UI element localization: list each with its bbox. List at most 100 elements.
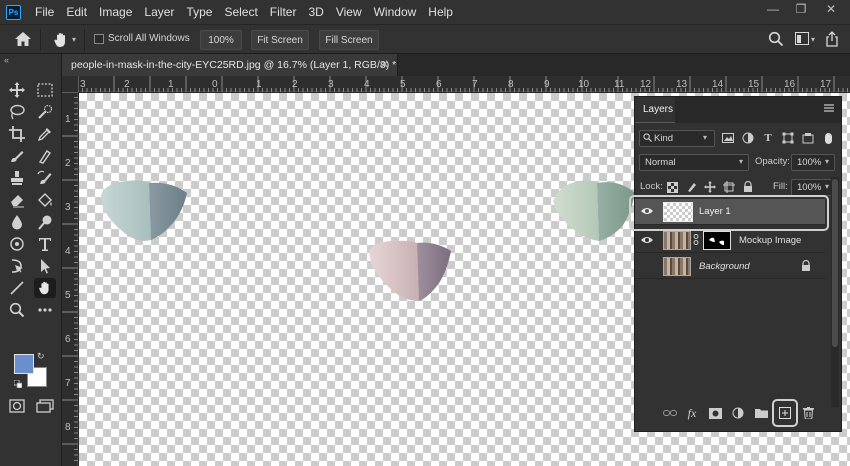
- panel-menu-icon[interactable]: [823, 103, 835, 116]
- workspace-icon[interactable]: [795, 32, 809, 48]
- ruler-label: 5: [65, 290, 71, 301]
- share-icon[interactable]: [825, 31, 839, 50]
- ruler-label: 3: [65, 202, 71, 213]
- lock-position-icon[interactable]: [703, 180, 717, 194]
- menu-bar: Ps File Edit Image Layer Type Select Fil…: [0, 0, 850, 24]
- eraser-tool-icon[interactable]: [6, 190, 28, 210]
- menu-layer[interactable]: Layer: [138, 0, 180, 24]
- layer-name[interactable]: Mockup Image: [739, 235, 801, 246]
- opacity-chevron-icon[interactable]: ▾: [825, 157, 829, 166]
- layer-thumbnail: [663, 231, 691, 250]
- new-adjustment-layer-icon[interactable]: [731, 406, 745, 420]
- scroll-all-windows-checkbox[interactable]: [94, 34, 104, 44]
- menu-image[interactable]: Image: [93, 0, 138, 24]
- search-icon[interactable]: [768, 31, 784, 50]
- close-tab-icon[interactable]: ✕: [380, 58, 389, 71]
- filter-adjustment-layer-icon[interactable]: [741, 131, 755, 145]
- close-button[interactable]: ✕: [816, 0, 846, 18]
- pen-tool-icon[interactable]: [6, 234, 28, 254]
- visibility-toggle-hidden[interactable]: [641, 261, 651, 271]
- maximize-button[interactable]: ❐: [786, 0, 816, 18]
- filter-pixel-layer-icon[interactable]: [721, 131, 735, 145]
- crop-tool-icon[interactable]: [6, 124, 28, 144]
- filter-toggle[interactable]: [825, 133, 832, 144]
- more-tools-icon[interactable]: [34, 300, 56, 320]
- marquee-tool-icon[interactable]: [34, 80, 56, 100]
- screen-mode-icon[interactable]: [34, 396, 56, 416]
- workspace-chevron-icon[interactable]: ▾: [811, 35, 815, 44]
- fit-screen-button[interactable]: Fit Screen: [251, 30, 309, 50]
- path-selection-tool-icon[interactable]: [6, 256, 28, 276]
- opacity-label: Opacity:: [755, 156, 790, 167]
- new-group-folder-icon[interactable]: [754, 406, 768, 420]
- layer-row-mockup-image[interactable]: Mockup Image: [635, 227, 825, 253]
- vertical-ruler[interactable]: 1 2 3 4 5 6 7 8: [62, 92, 78, 466]
- type-tool-icon[interactable]: [34, 234, 56, 254]
- layer-style-fx-icon[interactable]: fx: [685, 406, 699, 420]
- layers-scrollbar-thumb[interactable]: [832, 179, 838, 347]
- history-brush-tool-icon[interactable]: [34, 168, 56, 188]
- line-tool-icon[interactable]: [6, 278, 28, 298]
- hand-tool-icon[interactable]: [34, 278, 56, 298]
- clone-stamp-tool-icon[interactable]: [6, 168, 28, 188]
- link-layers-icon[interactable]: [663, 406, 677, 420]
- menu-window[interactable]: Window: [368, 0, 423, 24]
- lasso-tool-icon[interactable]: [6, 102, 28, 122]
- healing-brush-tool-icon[interactable]: [6, 146, 28, 166]
- layer-name[interactable]: Background: [699, 261, 750, 272]
- menu-file[interactable]: File: [29, 0, 60, 24]
- mask-link-icon[interactable]: [693, 234, 699, 248]
- menu-view[interactable]: View: [330, 0, 368, 24]
- collapse-toolbar-icon[interactable]: «: [4, 55, 9, 65]
- filter-type-layer-icon[interactable]: T: [761, 131, 775, 145]
- lock-all-icon[interactable]: [741, 180, 755, 194]
- fill-screen-button[interactable]: Fill Screen: [319, 30, 379, 50]
- direct-selection-tool-icon[interactable]: [34, 256, 56, 276]
- ruler-label: 4: [364, 79, 370, 90]
- dodge-tool-icon[interactable]: [34, 212, 56, 232]
- filter-smart-object-icon[interactable]: [801, 131, 815, 145]
- zoom-100-button[interactable]: 100%: [200, 30, 242, 50]
- filter-shape-layer-icon[interactable]: [781, 131, 795, 145]
- swap-colors-icon[interactable]: ↻: [37, 351, 45, 362]
- delete-layer-trash-icon[interactable]: [801, 406, 815, 420]
- hand-tool-preset-icon[interactable]: [52, 31, 70, 52]
- layer-mask-thumbnail[interactable]: [703, 231, 731, 250]
- fill-chevron-icon[interactable]: ▾: [825, 182, 829, 191]
- lock-artboard-icon[interactable]: [722, 180, 736, 194]
- horizontal-ruler[interactable]: 3 2 1 0 1 2 3 4 5 6 7 8 9 10 11 12 13 14…: [78, 76, 850, 92]
- photoshop-logo: Ps: [6, 4, 21, 20]
- home-icon[interactable]: [14, 31, 32, 50]
- menu-select[interactable]: Select: [218, 0, 263, 24]
- menu-help[interactable]: Help: [422, 0, 459, 24]
- menu-3d[interactable]: 3D: [302, 0, 329, 24]
- brush-tool-icon[interactable]: [34, 146, 56, 166]
- menu-type[interactable]: Type: [180, 0, 218, 24]
- minimize-button[interactable]: —: [758, 0, 788, 18]
- blend-mode-dropdown[interactable]: Normal: [639, 154, 749, 171]
- move-tool-icon[interactable]: [6, 80, 28, 100]
- lock-image-pixels-icon[interactable]: [685, 180, 699, 194]
- lock-transparent-pixels-icon[interactable]: [665, 180, 679, 194]
- eyedropper-tool-icon[interactable]: [34, 124, 56, 144]
- ruler-label: 1: [256, 79, 262, 90]
- document-tab[interactable]: people-in-mask-in-the-city-EYC25RD.jpg @…: [62, 54, 398, 76]
- menu-edit[interactable]: Edit: [60, 0, 93, 24]
- foreground-color-swatch-front[interactable]: [14, 354, 34, 374]
- blur-tool-icon[interactable]: [6, 212, 28, 232]
- fill-value: 100%: [797, 182, 822, 193]
- paint-bucket-tool-icon[interactable]: [34, 190, 56, 210]
- layer-row-background[interactable]: Background: [635, 253, 825, 279]
- quick-mask-icon[interactable]: [6, 396, 28, 416]
- quick-selection-tool-icon[interactable]: [34, 102, 56, 122]
- chevron-down-icon[interactable]: ▾: [72, 35, 76, 44]
- ruler-label: 9: [544, 79, 550, 90]
- zoom-tool-icon[interactable]: [6, 300, 28, 320]
- layers-tab[interactable]: Layers: [635, 97, 675, 123]
- default-colors-icon[interactable]: [13, 379, 23, 389]
- menu-filter[interactable]: Filter: [264, 0, 303, 24]
- visibility-eye-icon[interactable]: [640, 235, 654, 248]
- ruler-origin[interactable]: [62, 76, 78, 92]
- document-tab-title: people-in-mask-in-the-city-EYC25RD.jpg @…: [71, 59, 397, 71]
- add-mask-icon[interactable]: [708, 406, 722, 420]
